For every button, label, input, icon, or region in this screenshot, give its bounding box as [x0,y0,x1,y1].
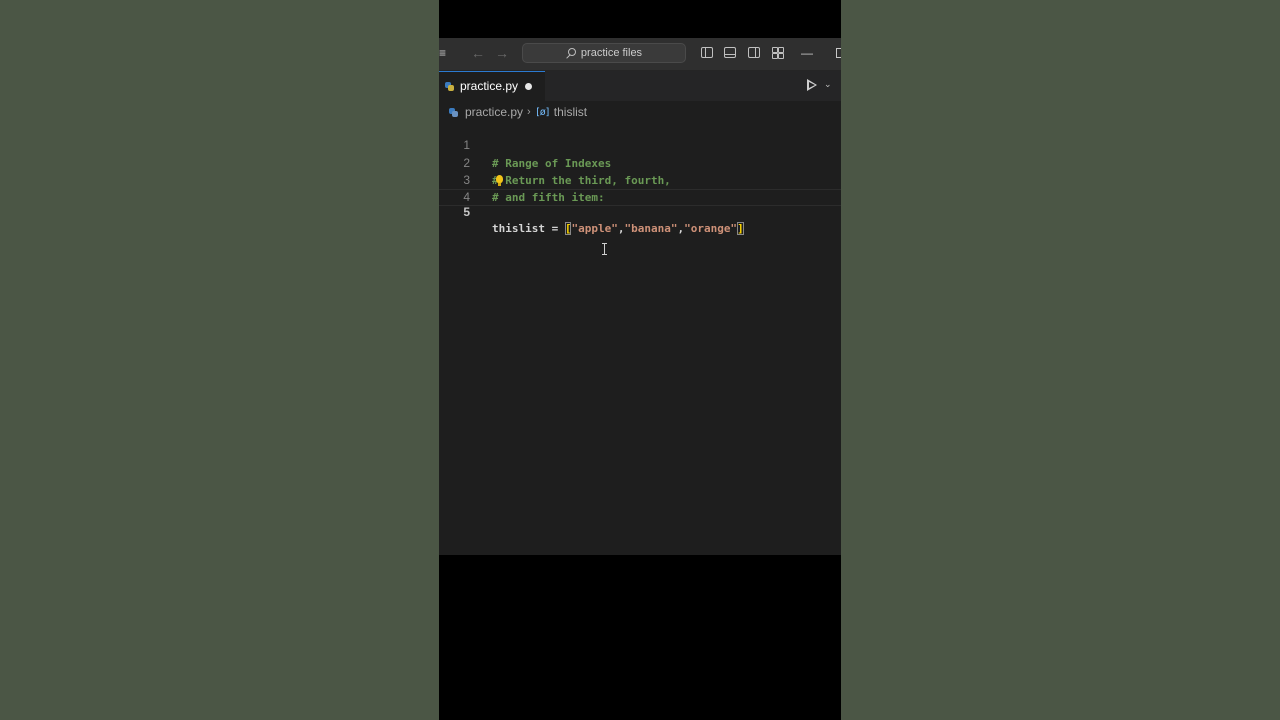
customize-layout-icon[interactable] [772,47,784,59]
variable-symbol-icon: [ø] [534,106,551,118]
toggle-primary-sidebar-icon[interactable] [701,47,713,58]
menu-icon[interactable]: ≡ [439,46,446,60]
minimize-button[interactable]: — [801,46,813,60]
breadcrumb-symbol[interactable]: thislist [554,105,587,119]
toggle-secondary-sidebar-icon[interactable] [748,47,760,58]
tab-practice-py[interactable]: practice.py [439,71,545,101]
lightbulb-icon[interactable] [496,174,503,186]
back-arrow-icon[interactable]: ← [471,45,485,61]
code-line[interactable]: 2 # Return the third, fourth, [439,137,841,187]
code-editor[interactable]: practice.py › [ø] thislist 1 # Range of … [439,101,841,555]
line-number: 5 [463,205,470,220]
toggle-panel-icon[interactable] [724,47,736,58]
tab-label: practice.py [460,79,519,93]
maximize-button[interactable] [836,48,841,58]
unsaved-changes-dot-icon[interactable] [525,83,532,90]
video-frame: ≡ ← → practice files — practice.py ⌄ pra… [439,0,841,720]
code-operator: = [544,221,565,235]
code-string: "apple" [571,221,618,235]
chevron-right-icon: › [527,106,531,118]
code-line[interactable]: 1 # Range of Indexes [439,120,841,169]
search-label: practice files [580,47,643,59]
code-close-bracket: ] [737,221,744,235]
chevron-down-icon[interactable]: ⌄ [824,79,832,90]
breadcrumb-file[interactable]: practice.py [465,105,523,119]
python-file-icon [445,82,454,91]
code-line[interactable]: 3 # and fifth item: [439,155,841,204]
mouse-text-cursor-icon [602,243,607,255]
command-center-search[interactable]: practice files [522,43,686,63]
code-line-active[interactable]: 5 thislist = ["apple","banana","orange"] [439,189,841,235]
search-icon [566,48,576,58]
breadcrumb: practice.py › [ø] thislist [449,104,587,120]
code-variable: thislist [492,221,545,235]
python-file-icon [449,107,458,117]
editor-tab-bar: practice.py ⌄ [439,71,841,101]
title-bar: ≡ ← → practice files — [439,38,841,71]
code-line[interactable]: 4 [439,172,841,204]
run-python-file-icon[interactable] [807,79,817,91]
code-string: "banana" [624,221,678,235]
code-lines: 1 # Range of Indexes 2 # Return the thir… [439,120,841,235]
code-string: "orange" [684,221,738,235]
forward-arrow-icon[interactable]: → [495,45,509,61]
